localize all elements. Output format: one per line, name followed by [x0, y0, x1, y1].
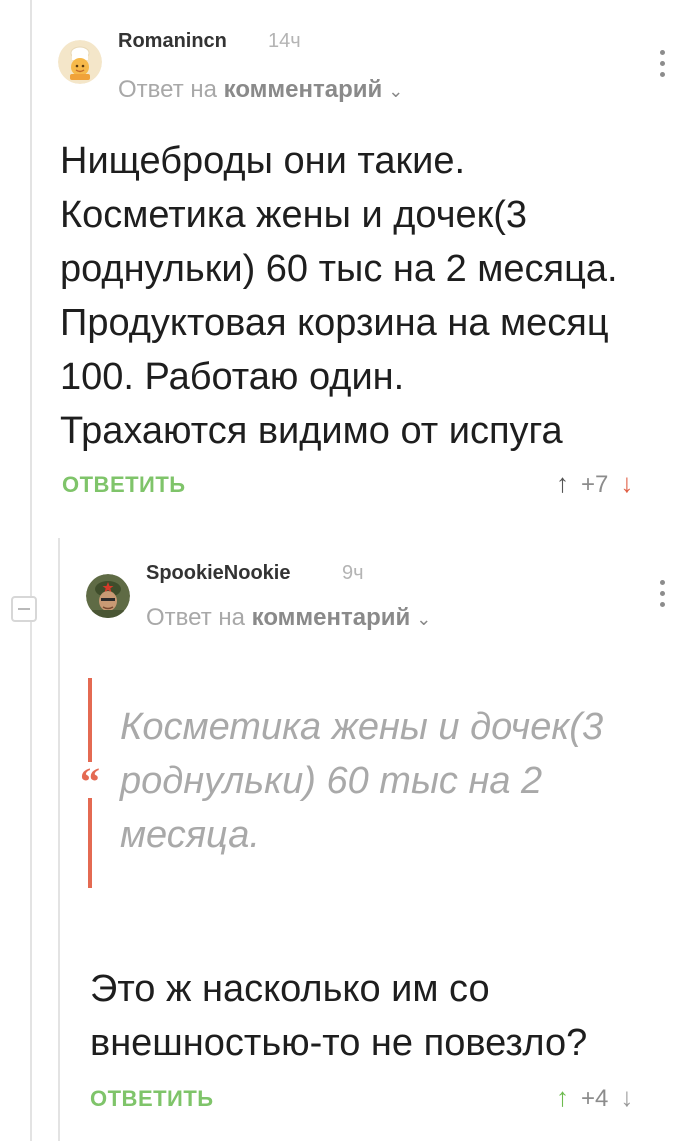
more-options-icon[interactable] [660, 50, 666, 83]
soldier-avatar-icon [86, 574, 130, 618]
chef-avatar-icon [58, 40, 102, 84]
comment-time: 14ч [268, 30, 301, 52]
minus-icon [18, 608, 30, 610]
rating-score: +4 [581, 1085, 609, 1112]
nested-thread-line[interactable] [58, 538, 60, 1141]
body-line: Нищеброды они такие. [60, 140, 466, 182]
comment-time: 9ч [342, 562, 364, 584]
comment-body: Нищеброды они такие. Косметика жены и до… [60, 134, 618, 458]
reply-to-link[interactable]: Ответ на комментарий ⌄ [118, 76, 403, 104]
comment-body: Это ж насколько им со внешностью-то не п… [90, 962, 587, 1070]
chevron-down-icon[interactable]: ⌄ [416, 609, 431, 630]
body-line: Косметика жены и дочек(3 [60, 194, 528, 236]
downvote-icon[interactable]: ↓ [620, 468, 633, 498]
quote-line: роднульки) 60 тыс на 2 [120, 760, 543, 802]
body-line: роднульки) 60 тыс на 2 месяца. [60, 248, 618, 290]
thread-line[interactable] [30, 0, 32, 1141]
upvote-icon[interactable]: ↑ [556, 468, 569, 498]
reply-to-prefix: Ответ на [118, 76, 217, 103]
reply-to-target[interactable]: комментарий [224, 76, 383, 103]
downvote-icon[interactable]: ↓ [620, 1082, 633, 1112]
reply-button[interactable]: ОТВЕТИТЬ [90, 1086, 214, 1112]
reply-to-target[interactable]: комментарий [252, 604, 411, 631]
quote-line: Косметика жены и дочек(3 [120, 706, 604, 748]
body-line: внешностью-то не повезло? [90, 1022, 588, 1064]
avatar[interactable] [58, 40, 102, 84]
quote-icon: “ [80, 759, 100, 804]
body-line: 100. Работаю один. [60, 356, 405, 398]
rating-controls: ↑ +7 ↓ [556, 468, 633, 499]
quoted-text: Косметика жены и дочек(3 роднульки) 60 т… [120, 700, 603, 862]
more-options-icon[interactable] [660, 580, 666, 613]
reply-to-prefix: Ответ на [146, 604, 245, 631]
reply-button[interactable]: ОТВЕТИТЬ [62, 472, 186, 498]
rating-score: +7 [581, 471, 609, 498]
reply-to-link[interactable]: Ответ на комментарий ⌄ [146, 604, 431, 632]
rating-controls: ↑ +4 ↓ [556, 1082, 633, 1113]
body-line: Это ж насколько им со [90, 968, 490, 1010]
chevron-down-icon[interactable]: ⌄ [388, 81, 403, 102]
upvote-icon[interactable]: ↑ [556, 1082, 569, 1112]
body-line: Продуктовая корзина на месяц [60, 302, 609, 344]
collapse-thread-button[interactable] [11, 596, 37, 622]
avatar[interactable] [86, 574, 130, 618]
comment-author[interactable]: SpookieNookie [146, 562, 290, 585]
quote-line: месяца. [120, 814, 260, 856]
comments-page: Romanincn 14ч Ответ на комментарий ⌄ Нище… [0, 0, 700, 1141]
body-line: Трахаются видимо от испуга [60, 410, 563, 452]
comment-author[interactable]: Romanincn [118, 30, 227, 53]
